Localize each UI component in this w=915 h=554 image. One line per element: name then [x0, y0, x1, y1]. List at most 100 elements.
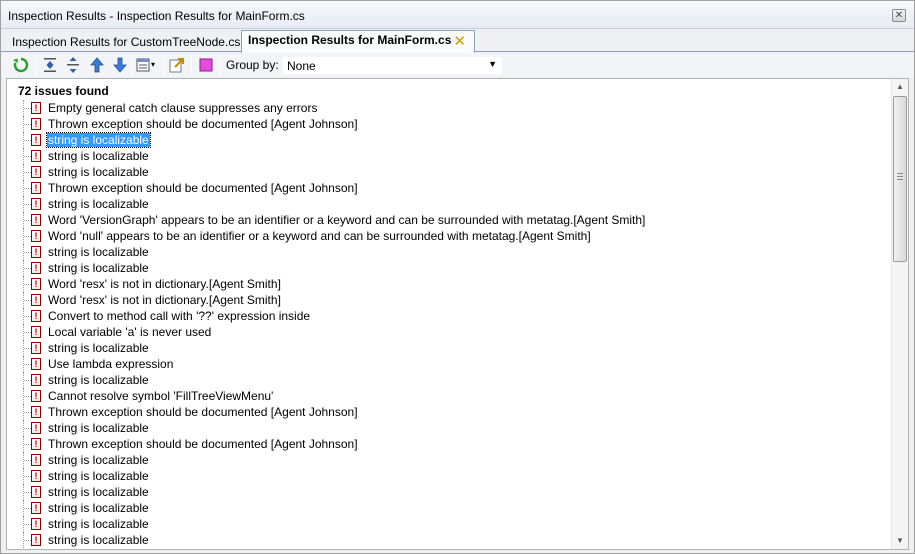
results-panel: 72 issues found ! Empty general catch cla… [6, 78, 909, 550]
warning-icon: ! [31, 406, 41, 418]
issue-text: Word 'VersionGraph' appears to be an ide… [48, 213, 646, 227]
issue-text: string is localizable [48, 517, 149, 531]
tree-line [24, 492, 31, 493]
issue-row[interactable]: ! Empty general catch clause suppresses a… [7, 100, 887, 116]
close-window-button[interactable]: ✕ [892, 9, 906, 22]
scroll-up-icon[interactable]: ▲ [892, 79, 908, 95]
group-by-label: Group by: [226, 58, 279, 72]
collapse-all-icon[interactable] [41, 56, 59, 74]
columns-dropdown-arrow-icon[interactable]: ▾ [151, 56, 161, 74]
tree-line [24, 268, 31, 269]
inspection-results-window: Inspection Results - Inspection Results … [0, 0, 915, 554]
issue-row[interactable]: ! string is localizable [7, 196, 887, 212]
filter-icon[interactable] [197, 56, 215, 74]
scrollbar-thumb[interactable] [893, 96, 907, 262]
issue-row[interactable]: ! string is localizable [7, 260, 887, 276]
warning-icon: ! [31, 134, 41, 146]
warning-icon: ! [31, 390, 41, 402]
issue-row[interactable]: ! string is localizable [7, 484, 887, 500]
scroll-down-icon[interactable]: ▼ [892, 533, 908, 549]
warning-icon: ! [31, 454, 41, 466]
issue-row[interactable]: ! string is localizable [7, 468, 887, 484]
issue-row[interactable]: ! Cannot resolve symbol 'FillTreeViewMenu… [7, 388, 887, 404]
issue-row[interactable]: ! string is localizable [7, 148, 887, 164]
warning-icon: ! [31, 422, 41, 434]
issue-row[interactable]: ! string is localizable [7, 164, 887, 180]
warning-icon: ! [31, 150, 41, 162]
tab-strip: Inspection Results for CustomTreeNode.cs… [1, 29, 914, 53]
issue-row[interactable]: ! string is localizable [7, 340, 887, 356]
tree-line [24, 380, 31, 381]
tree-line [24, 508, 31, 509]
tab-customtreenode[interactable]: Inspection Results for CustomTreeNode.cs [5, 32, 241, 52]
tree-line [24, 236, 31, 237]
chevron-down-icon: ▼ [488, 59, 497, 69]
issue-text: Thrown exception should be documented [A… [48, 437, 358, 451]
tree-line [24, 348, 31, 349]
issue-row[interactable]: ! Convert to method call with '??' expres… [7, 308, 887, 324]
issue-text: string is localizable [48, 469, 149, 483]
issue-row[interactable]: ! string is localizable [7, 532, 887, 548]
toolbar: ▾ Group by: None ▼ [1, 53, 914, 77]
expand-all-icon[interactable] [64, 56, 82, 74]
tab-label: Inspection Results for CustomTreeNode.cs [12, 35, 241, 49]
issue-text: string is localizable [48, 245, 149, 259]
tree-line [24, 124, 31, 125]
issue-row[interactable]: ! Word 'null' appears to be an identifier… [7, 228, 887, 244]
refresh-icon[interactable] [12, 56, 30, 74]
toolbar-separator [35, 56, 36, 74]
issue-row[interactable]: ! Word 'resx' is not in dictionary.[Agent… [7, 276, 887, 292]
issue-row[interactable]: ! string is localizable [7, 516, 887, 532]
issue-text: string is localizable [48, 501, 149, 515]
issue-row[interactable]: ! Word 'VersionGraph' appears to be an id… [7, 212, 887, 228]
group-by-select[interactable]: None ▼ [282, 56, 503, 75]
issue-text: string is localizable [46, 132, 151, 148]
issue-row[interactable]: ! Thrown exception should be documented [… [7, 180, 887, 196]
vertical-scrollbar[interactable]: ▲ ▼ [891, 79, 908, 549]
issue-row[interactable]: ! Use lambda expression [7, 356, 887, 372]
issue-row[interactable]: ! string is localizable [7, 452, 887, 468]
tree-line [24, 460, 31, 461]
issue-row[interactable]: ! Thrown exception should be documented [… [7, 436, 887, 452]
window-title: Inspection Results - Inspection Results … [8, 9, 305, 23]
issue-row[interactable]: ! string is localizable [7, 132, 887, 148]
tree-line [24, 316, 31, 317]
issue-text: Convert to method call with '??' express… [48, 309, 311, 323]
next-issue-icon[interactable] [111, 56, 129, 74]
tree-line [24, 156, 31, 157]
issue-row[interactable]: ! string is localizable [7, 244, 887, 260]
warning-icon: ! [31, 118, 41, 130]
warning-icon: ! [31, 518, 41, 530]
issue-text: string is localizable [48, 453, 149, 467]
toolbar-separator [131, 56, 132, 74]
toolbar-separator [164, 56, 165, 74]
tree-line [24, 396, 31, 397]
toolbar-separator [191, 56, 192, 74]
issue-text: Use lambda expression [48, 357, 174, 371]
issue-row[interactable]: ! string is localizable [7, 372, 887, 388]
warning-icon: ! [31, 470, 41, 482]
tree-line [24, 220, 31, 221]
tree-line [24, 476, 31, 477]
tree-line [24, 412, 31, 413]
issue-text: string is localizable [48, 373, 149, 387]
issue-text: Thrown exception should be documented [A… [48, 181, 358, 195]
issue-row[interactable]: ! string is localizable [7, 420, 887, 436]
warning-icon: ! [31, 374, 41, 386]
toolbar-separator [219, 56, 220, 74]
close-tab-icon[interactable]: ✕ [453, 32, 466, 51]
export-icon[interactable] [168, 56, 186, 74]
tab-mainform[interactable]: Inspection Results for MainForm.cs ✕ [241, 30, 475, 53]
issue-row[interactable]: ! Word 'resx' is not in dictionary.[Agent… [7, 292, 887, 308]
issue-row[interactable]: ! Thrown exception should be documented [… [7, 116, 887, 132]
previous-issue-icon[interactable] [88, 56, 106, 74]
issue-row[interactable]: ! string is localizable [7, 500, 887, 516]
issue-row[interactable]: ! Thrown exception should be documented [… [7, 404, 887, 420]
warning-icon: ! [31, 230, 41, 242]
grip-icon [897, 173, 903, 180]
tree-line [24, 188, 31, 189]
issue-text: Thrown exception should be documented [A… [48, 405, 358, 419]
warning-icon: ! [31, 534, 41, 546]
tree-line [24, 428, 31, 429]
issue-row[interactable]: ! Local variable 'a' is never used [7, 324, 887, 340]
